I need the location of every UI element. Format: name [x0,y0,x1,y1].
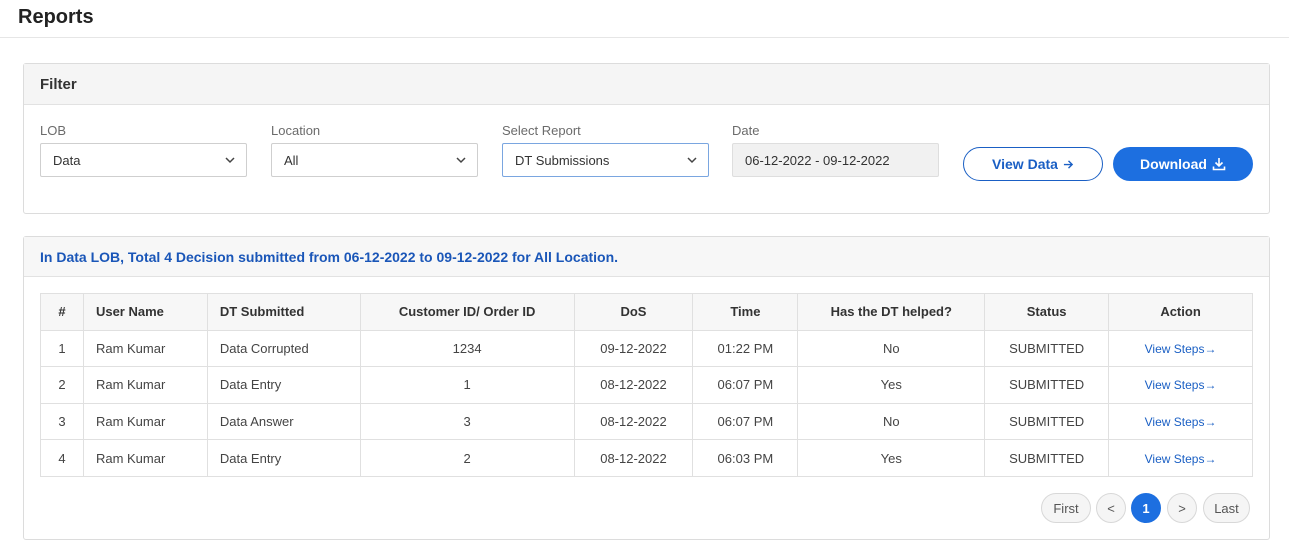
reports-table: # User Name DT Submitted Customer ID/ Or… [40,293,1253,477]
action-cell: View Steps→ [1108,402,1253,441]
results-panel: In Data LOB, Total 4 Decision submitted … [23,236,1270,540]
filter-title: Filter [24,64,1269,105]
table-row: 3 Ram Kumar Data Answer 3 08-12-2022 06:… [40,402,1253,441]
download-label: Download [1140,156,1207,172]
chevron-down-icon [687,157,697,164]
view-data-button[interactable]: View Data [963,147,1103,181]
table-row: 4 Ram Kumar Data Entry 2 08-12-2022 06:0… [40,439,1253,477]
dos: 08-12-2022 [573,402,694,441]
download-icon [1212,158,1226,171]
summary-text: In Data LOB, Total 4 Decision submitted … [24,237,1269,277]
chevron-down-icon [456,157,466,164]
page-next-button[interactable]: > [1167,493,1197,523]
col-header-time: Time [692,293,799,331]
table-header-row: # User Name DT Submitted Customer ID/ Or… [40,293,1253,331]
action-cell: View Steps→ [1108,439,1253,477]
dt-helped: No [797,329,986,368]
location-select[interactable]: All [271,143,478,177]
dt-helped: No [797,402,986,441]
col-header-user: User Name [82,293,208,331]
time: 06:07 PM [692,366,799,404]
view-steps-label: View Steps [1144,341,1205,356]
location-label: Location [271,123,321,138]
view-steps-label: View Steps [1144,415,1205,430]
col-header-customer: Customer ID/ Order ID [359,293,575,331]
dos: 08-12-2022 [573,439,694,477]
report-select[interactable]: DT Submissions [502,143,709,177]
row-index: 1 [40,329,84,368]
report-label: Select Report [502,123,581,138]
table-row: 2 Ram Kumar Data Entry 1 08-12-2022 06:0… [40,366,1253,404]
dt-helped: Yes [797,439,986,477]
dt-submitted: Data Answer [206,402,361,441]
customer-id: 1 [359,366,575,404]
page-last-button[interactable]: Last [1203,493,1250,523]
col-header-dt: DT Submitted [206,293,361,331]
dt-submitted: Data Entry [206,439,361,477]
dt-helped: Yes [797,366,986,404]
lob-label: LOB [40,123,67,138]
customer-id: 3 [359,402,575,441]
customer-id: 1234 [359,329,575,368]
dt-submitted: Data Corrupted [206,329,361,368]
page-first-button[interactable]: First [1041,493,1091,523]
page-prev-button[interactable]: < [1096,493,1126,523]
row-index: 3 [40,402,84,441]
dos: 08-12-2022 [573,366,694,404]
user-name: Ram Kumar [82,329,208,368]
dt-submitted: Data Entry [206,366,361,404]
status: SUBMITTED [984,439,1110,477]
lob-value: Data [53,152,81,168]
view-steps-label: View Steps [1144,451,1205,466]
date-label: Date [732,123,760,138]
col-header-index: # [40,293,84,331]
user-name: Ram Kumar [82,439,208,477]
row-index: 4 [40,439,84,477]
status: SUBMITTED [984,329,1110,368]
lob-select[interactable]: Data [40,143,247,177]
page-title: Reports [18,6,94,28]
date-value: 06-12-2022 - 09-12-2022 [745,152,890,168]
col-header-dos: DoS [573,293,694,331]
view-steps-link[interactable]: View Steps→ [1145,415,1217,429]
time: 01:22 PM [692,329,799,368]
view-steps-link[interactable]: View Steps→ [1145,342,1217,356]
action-cell: View Steps→ [1108,366,1253,404]
dos: 09-12-2022 [573,329,694,368]
view-data-label: View Data [992,156,1058,172]
col-header-action: Action [1108,293,1253,331]
arrow-right-icon [1063,159,1074,169]
user-name: Ram Kumar [82,402,208,441]
time: 06:07 PM [692,402,799,441]
view-steps-link[interactable]: View Steps→ [1145,452,1217,466]
chevron-down-icon [225,157,235,164]
status: SUBMITTED [984,366,1110,404]
download-button[interactable]: Download [1113,147,1253,181]
table-row: 1 Ram Kumar Data Corrupted 1234 09-12-20… [40,329,1253,368]
report-value: DT Submissions [515,152,610,168]
location-value: All [284,152,299,168]
col-header-helped: Has the DT helped? [797,293,986,331]
action-cell: View Steps→ [1108,329,1253,368]
status: SUBMITTED [984,402,1110,441]
time: 06:03 PM [692,439,799,477]
filter-panel: Filter LOB Data Location All Select Repo… [23,63,1270,214]
customer-id: 2 [359,439,575,477]
page-header: Reports [0,0,1289,38]
user-name: Ram Kumar [82,366,208,404]
page-current-button[interactable]: 1 [1131,493,1161,523]
view-steps-link[interactable]: View Steps→ [1145,378,1217,392]
col-header-status: Status [984,293,1110,331]
view-steps-label: View Steps [1144,378,1205,393]
date-range-input[interactable]: 06-12-2022 - 09-12-2022 [732,143,939,177]
row-index: 2 [40,366,84,404]
